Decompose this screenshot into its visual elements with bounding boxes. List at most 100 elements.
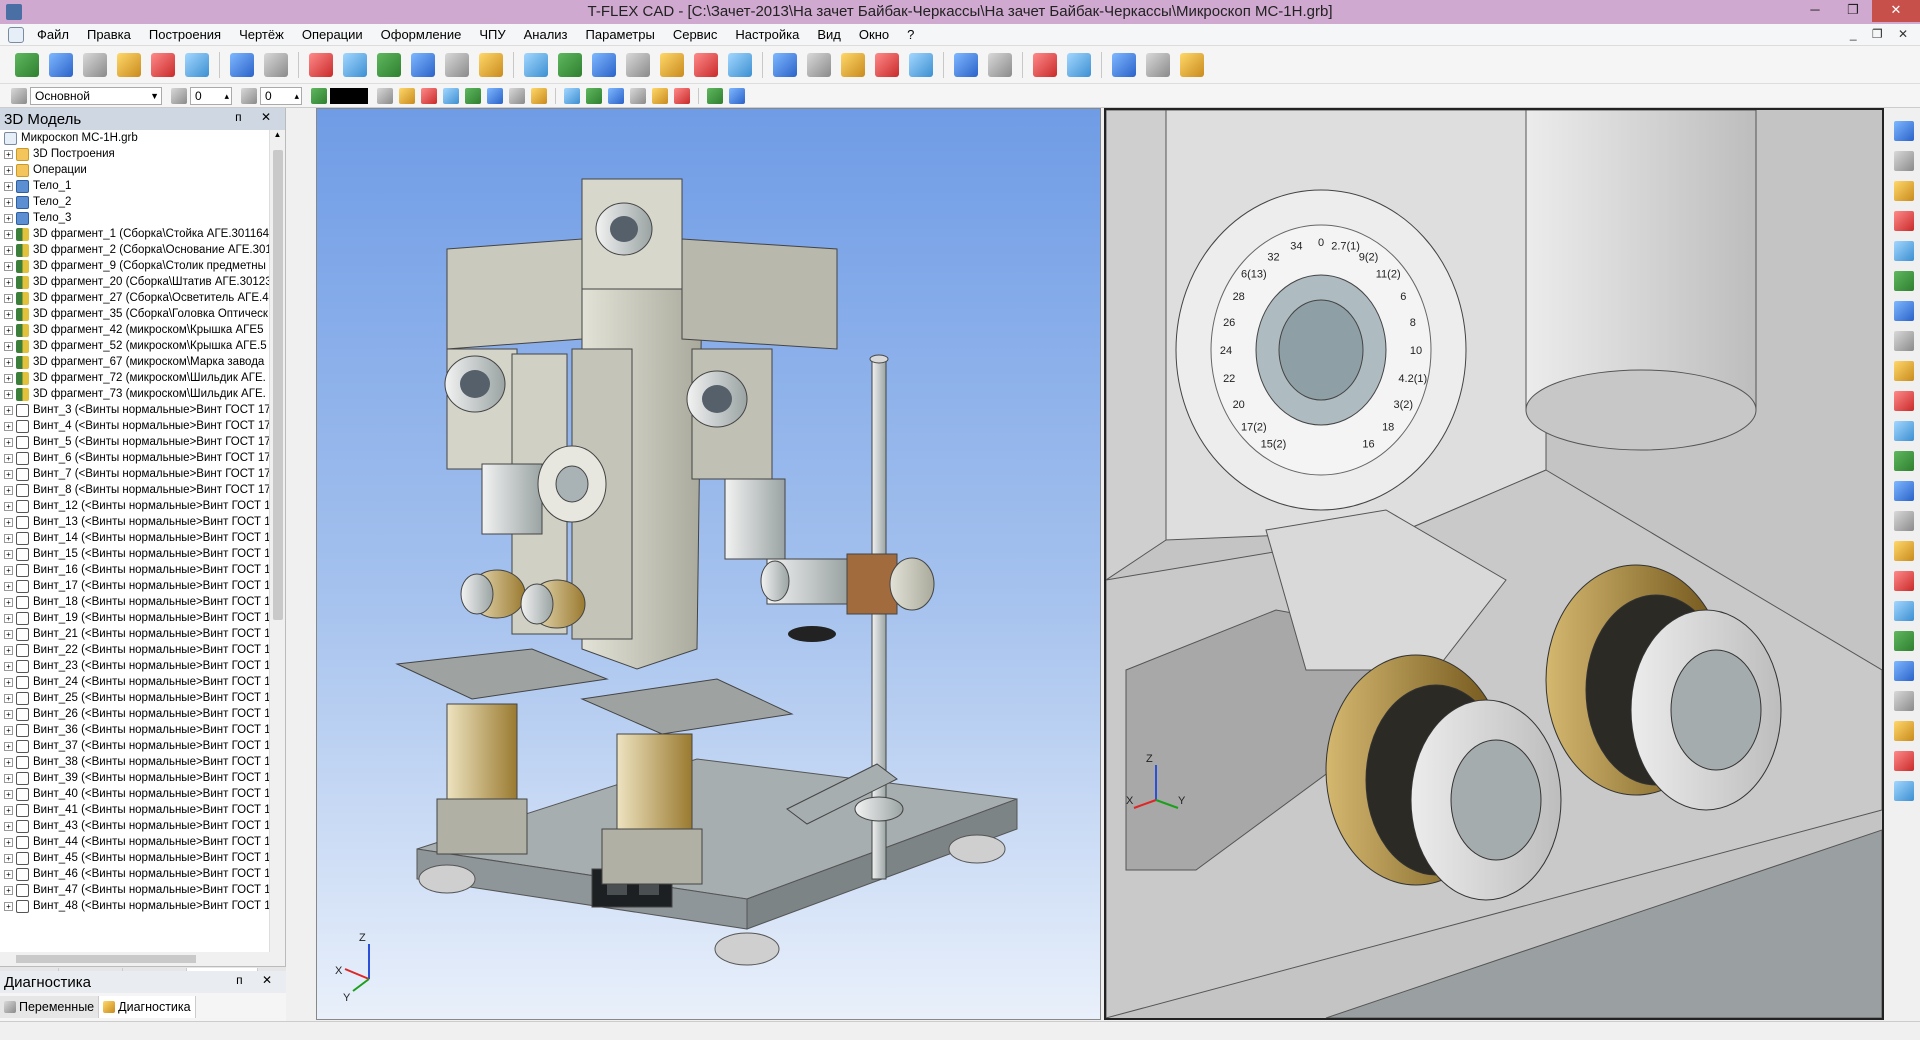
tool-icon[interactable] [1146, 52, 1170, 77]
zoom-icon[interactable] [1894, 211, 1914, 231]
level-combo[interactable]: 0 ▴ [190, 86, 232, 105]
tree-item[interactable]: + Тело_3 [0, 210, 270, 226]
dimension-icon[interactable] [988, 52, 1012, 77]
copy-view-icon[interactable] [1894, 571, 1914, 591]
expand-icon[interactable]: + [4, 773, 13, 783]
expand-icon[interactable]: + [4, 693, 13, 703]
expand-icon[interactable]: + [4, 709, 13, 719]
menu-item-8[interactable]: Параметры [577, 24, 664, 46]
boolean-icon[interactable] [694, 52, 718, 77]
check-icon[interactable] [1894, 601, 1914, 621]
fit-icon[interactable] [1894, 271, 1914, 291]
expand-icon[interactable]: + [4, 293, 13, 303]
zoom-window-icon[interactable] [1894, 241, 1914, 261]
fly-icon[interactable] [1894, 541, 1914, 561]
tree-item[interactable]: + Винт_41 (<Винты нормальные>Винт ГОСТ 1‹ [0, 802, 270, 818]
tree-item[interactable]: + Тело_1 [0, 178, 270, 194]
layer-combo[interactable]: Основной ▼ [30, 86, 162, 105]
tree-item[interactable]: +3D фрагмент_67 (микроском\Марка завода [0, 354, 270, 370]
menu-item-6[interactable]: ЧПУ [470, 24, 514, 46]
print-icon[interactable] [185, 52, 209, 77]
color-swatch[interactable] [330, 87, 368, 104]
magnet2-icon[interactable] [1894, 181, 1914, 201]
expand-icon[interactable]: + [4, 789, 13, 799]
expand-icon[interactable]: + [4, 661, 13, 671]
orbit-icon[interactable] [1894, 481, 1914, 501]
workplane-icon[interactable] [411, 52, 435, 77]
expand-icon[interactable]: + [4, 757, 13, 767]
tree-item[interactable]: + Операции [0, 162, 270, 178]
tree-item[interactable]: +3D фрагмент_27 (Сборка\Осветитель АГЕ.4 [0, 290, 270, 306]
tree-item[interactable]: + Винт_5 (<Винты нормальные>Винт ГОСТ 17‹ [0, 434, 270, 450]
tree-item[interactable]: +3D Построения [0, 146, 270, 162]
save-all-icon[interactable] [15, 52, 39, 77]
diagnostics-pin-close[interactable]: ᴨ ✕ [236, 973, 280, 987]
tree-item[interactable]: + Винт_15 (<Винты нормальные>Винт ГОСТ 1 [0, 546, 270, 562]
expand-icon[interactable]: + [4, 517, 13, 527]
undo-icon[interactable] [230, 52, 254, 77]
tree-item[interactable]: + Винт_4 (<Винты нормальные>Винт ГОСТ 17‹ [0, 418, 270, 434]
expand-icon[interactable]: + [4, 453, 13, 463]
tree-item[interactable]: + Винт_37 (<Винты нормальные>Винт ГОСТ 1‹ [0, 738, 270, 754]
expand-icon[interactable]: + [4, 677, 13, 687]
tree-item[interactable]: + Винт_17 (<Винты нормальные>Винт ГОСТ 1 [0, 578, 270, 594]
priority-combo[interactable]: 0 ▴ [260, 86, 302, 105]
3d-viewport-detail[interactable]: 15(2) 17(2) 20 22 24 26 28 6(13) 32 34 0 2.7(1) 9(2)… [1104, 108, 1884, 1020]
expand-icon[interactable]: + [4, 853, 13, 863]
expand-icon[interactable]: + [4, 405, 13, 415]
expand-icon[interactable]: + [4, 549, 13, 559]
minimize-button[interactable]: ─ [1796, 0, 1834, 22]
expand-icon[interactable]: + [4, 469, 13, 479]
rotate-icon[interactable] [1894, 391, 1914, 411]
tree-item[interactable]: + Винт_22 (<Винты нормальные>Винт ГОСТ 1 [0, 642, 270, 658]
scroll-thumb[interactable] [273, 150, 283, 620]
tree-item[interactable]: + Винт_44 (<Винты нормальные>Винт ГОСТ 1 [0, 834, 270, 850]
magnet-icon[interactable] [1894, 121, 1914, 141]
tree-item[interactable]: + Винт_43 (<Винты нормальные>Винт ГОСТ 1 [0, 818, 270, 834]
lcs-icon[interactable] [445, 52, 469, 77]
expand-icon[interactable]: + [4, 389, 13, 399]
restore-button[interactable]: ❐ [1834, 0, 1872, 22]
text-icon[interactable] [1894, 421, 1914, 441]
section-icon[interactable] [841, 52, 865, 77]
extrude-icon[interactable] [524, 52, 548, 77]
expand-icon[interactable]: + [4, 837, 13, 847]
new-3d-icon[interactable] [49, 52, 73, 77]
zoom-in-icon[interactable] [1894, 301, 1914, 321]
expand-icon[interactable]: + [4, 229, 13, 239]
rotation-icon[interactable] [558, 52, 582, 77]
tree-item[interactable]: +3D фрагмент_9 (Сборка\Столик предметны [0, 258, 270, 274]
expand-icon[interactable]: + [4, 629, 13, 639]
expand-icon[interactable]: + [4, 565, 13, 575]
tree-item[interactable]: + Винт_39 (<Винты нормальные>Винт ГОСТ 1‹ [0, 770, 270, 786]
expand-icon[interactable]: + [4, 821, 13, 831]
tree-item[interactable]: + Винт_24 (<Винты нормальные>Винт ГОСТ 1 [0, 674, 270, 690]
tree-item[interactable]: + Винт_40 (<Винты нормальные>Винт ГОСТ 1‹ [0, 786, 270, 802]
mode2-icon[interactable] [586, 87, 602, 104]
tree-item[interactable]: + Винт_6 (<Винты нормальные>Винт ГОСТ 17‹ [0, 450, 270, 466]
expand-icon[interactable]: + [4, 245, 13, 255]
tree-item[interactable]: + Винт_21 (<Винты нормальные>Винт ГОСТ 1 [0, 626, 270, 642]
save-icon[interactable] [151, 52, 175, 77]
open-icon[interactable] [117, 52, 141, 77]
tree-item[interactable]: + Винт_25 (<Винты нормальные>Винт ГОСТ 1 [0, 690, 270, 706]
tab-diagnostics[interactable]: Диагностика [99, 996, 196, 1018]
window-icon[interactable] [1894, 781, 1914, 801]
redo-icon[interactable] [264, 52, 288, 77]
color-picker-icon[interactable] [311, 87, 327, 104]
snap-off-icon[interactable] [443, 87, 459, 104]
check-red-icon[interactable] [1894, 631, 1914, 651]
mode4-icon[interactable] [630, 87, 646, 104]
tree-item[interactable]: +3D фрагмент_72 (микроском\Шильдик АГЕ. [0, 370, 270, 386]
zoom-out-icon[interactable] [1894, 331, 1914, 351]
mode6-icon[interactable] [674, 87, 690, 104]
fillet-icon[interactable] [728, 52, 752, 77]
tree-item[interactable]: + Винт_7 (<Винты нормальные>Винт ГОСТ 17‹ [0, 466, 270, 482]
cube-icon[interactable] [1894, 691, 1914, 711]
document-icon[interactable] [8, 26, 24, 43]
select-icon[interactable] [399, 87, 415, 104]
view-icon[interactable] [343, 52, 367, 77]
line-icon[interactable] [509, 87, 525, 104]
expand-icon[interactable]: + [4, 597, 13, 607]
snap-icon[interactable] [1894, 151, 1914, 171]
